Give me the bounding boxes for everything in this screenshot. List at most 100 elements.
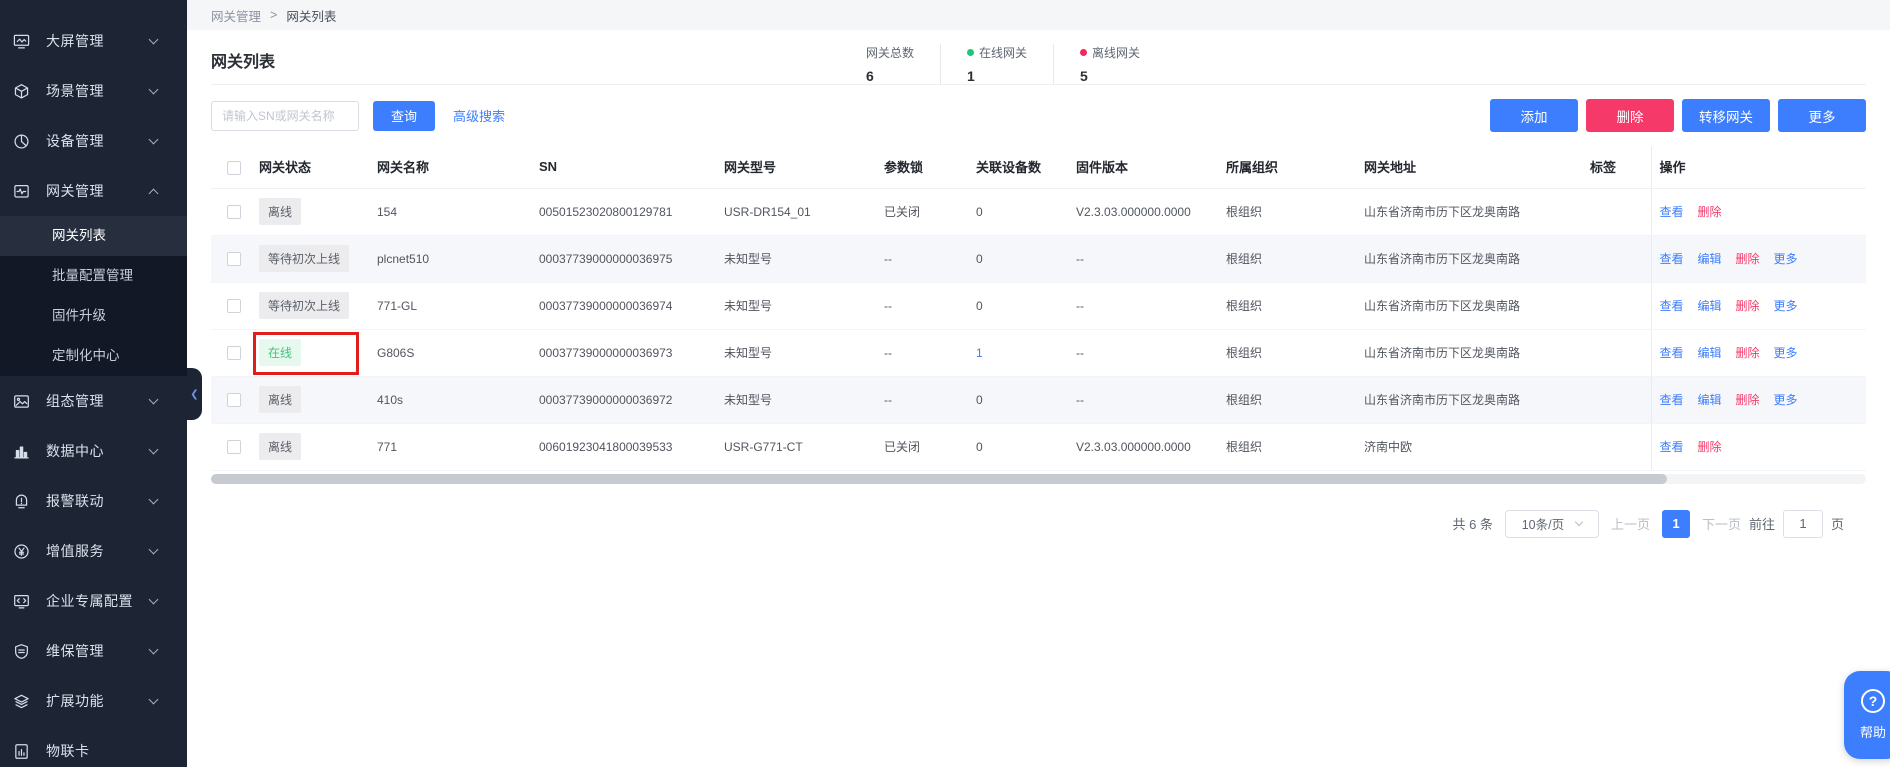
sidebar-item-scene[interactable]: 场景管理 xyxy=(0,66,187,116)
sidebar-item-label: 组态管理 xyxy=(46,393,104,409)
breadcrumb-item-gateway-mgmt[interactable]: 网关管理 xyxy=(211,6,261,25)
action-edit-link[interactable]: 编辑 xyxy=(1698,252,1722,266)
stat-value: 6 xyxy=(865,68,874,84)
prev-page-button[interactable]: 上一页 xyxy=(1611,514,1650,533)
chevron-down-icon xyxy=(148,544,159,554)
action-delete-link[interactable]: 删除 xyxy=(1698,440,1722,454)
chevron-down-icon xyxy=(148,644,159,654)
query-button[interactable]: 查询 xyxy=(373,100,435,131)
row-checkbox[interactable] xyxy=(227,392,241,407)
next-page-button[interactable]: 下一页 xyxy=(1702,514,1741,533)
transfer-gateway-button[interactable]: 转移网关 xyxy=(1682,99,1770,132)
sidebar-subitem-gateway-list[interactable]: 网关列表 xyxy=(0,216,187,256)
action-more-link[interactable]: 更多 xyxy=(1774,346,1798,360)
sidebar-item-value-added[interactable]: 增值服务 xyxy=(0,526,187,576)
cell-param-lock: -- xyxy=(876,329,968,377)
breadcrumb-separator-icon: > xyxy=(270,8,278,22)
breadcrumb: 网关管理 > 网关列表 xyxy=(187,0,1890,30)
sidebar-item-hmi-config[interactable]: 组态管理 xyxy=(0,376,187,426)
cube-icon xyxy=(12,82,30,100)
goto-page-input[interactable] xyxy=(1782,509,1823,538)
chevron-down-icon xyxy=(148,444,159,454)
action-delete-link[interactable]: 删除 xyxy=(1736,299,1760,313)
action-edit-link[interactable]: 编辑 xyxy=(1698,346,1722,360)
sidebar-item-alarm-linkage[interactable]: 报警联动 xyxy=(0,476,187,526)
row-checkbox[interactable] xyxy=(227,204,241,219)
action-more-link[interactable]: 更多 xyxy=(1774,393,1798,407)
linked-devices-link[interactable]: 1 xyxy=(976,346,983,360)
action-more-link[interactable]: 更多 xyxy=(1774,299,1798,313)
total-count: 共 6 条 xyxy=(1452,517,1493,532)
action-more-link[interactable]: 更多 xyxy=(1774,252,1798,266)
cell-linked-devices: 1 xyxy=(968,329,1068,377)
sidebar-item-maintenance[interactable]: 维保管理 xyxy=(0,626,187,676)
action-delete-link[interactable]: 删除 xyxy=(1736,393,1760,407)
search-input[interactable] xyxy=(211,100,359,131)
cell-param-lock: 已关闭 xyxy=(876,188,968,236)
sidebar-subitem-batch-config[interactable]: 批量配置管理 xyxy=(0,256,187,296)
linked-devices-count: 0 xyxy=(976,439,983,454)
cell-sn: 00037739000000036972 xyxy=(531,376,716,424)
action-edit-link[interactable]: 编辑 xyxy=(1698,299,1722,313)
action-view-link[interactable]: 查看 xyxy=(1660,299,1684,313)
sidebar-subitem-firmware-upgrade[interactable]: 固件升级 xyxy=(0,296,187,336)
cell-firmware: -- xyxy=(1068,329,1218,377)
column-header: 网关型号 xyxy=(716,146,876,189)
sidebar-item-iot-card[interactable]: 物联卡 xyxy=(0,726,187,767)
current-page-button[interactable]: 1 xyxy=(1661,509,1690,538)
goto-prefix: 前往 xyxy=(1748,517,1775,532)
sidebar-item-enterprise-config[interactable]: 企业专属配置 xyxy=(0,576,187,626)
action-view-link[interactable]: 查看 xyxy=(1660,252,1684,266)
cell-sn: 00501523020800129781 xyxy=(531,188,716,236)
column-header: 关联设备数 xyxy=(968,146,1068,189)
sidebar-item-data-center[interactable]: 数据中心 xyxy=(0,426,187,476)
action-view-link[interactable]: 查看 xyxy=(1660,205,1684,219)
cell-tag xyxy=(1582,235,1651,283)
sidebar-item-gateway[interactable]: 网关管理 xyxy=(0,166,187,216)
action-edit-link[interactable]: 编辑 xyxy=(1698,393,1722,407)
help-button[interactable]: ? 帮助 xyxy=(1844,671,1890,759)
pie-icon xyxy=(12,132,30,150)
cell-actions: 查看 删除 xyxy=(1650,188,1866,236)
action-view-link[interactable]: 查看 xyxy=(1660,346,1684,360)
sidebar-item-label: 网关管理 xyxy=(46,183,104,199)
add-button[interactable]: 添加 xyxy=(1490,99,1578,132)
row-checkbox[interactable] xyxy=(227,251,241,266)
action-delete-link[interactable]: 删除 xyxy=(1736,346,1760,360)
sidebar-item-label: 物联卡 xyxy=(46,743,90,759)
cell-model: 未知型号 xyxy=(716,329,876,377)
row-checkbox[interactable] xyxy=(227,298,241,313)
sidebar-item-device[interactable]: 设备管理 xyxy=(0,116,187,166)
scrollbar-thumb[interactable] xyxy=(211,473,1668,484)
sidebar-subitem-customization-center[interactable]: 定制化中心 xyxy=(0,336,187,376)
more-button[interactable]: 更多 xyxy=(1778,99,1866,132)
cell-tag xyxy=(1582,376,1651,424)
cell-linked-devices: 0 xyxy=(968,282,1068,330)
row-checkbox[interactable] xyxy=(227,439,241,454)
select-all-checkbox[interactable] xyxy=(227,160,241,175)
sidebar-item-label: 扩展功能 xyxy=(46,693,104,709)
delete-button[interactable]: 删除 xyxy=(1586,99,1674,132)
action-view-link[interactable]: 查看 xyxy=(1660,393,1684,407)
row-checkbox[interactable] xyxy=(227,345,241,360)
status-badge: 离线 xyxy=(259,198,302,225)
cell-model: 未知型号 xyxy=(716,235,876,283)
image-icon xyxy=(12,392,30,410)
chevron-down-icon xyxy=(148,694,159,704)
action-view-link[interactable]: 查看 xyxy=(1660,440,1684,454)
sidebar-item-big-screen[interactable]: 大屏管理 xyxy=(0,16,187,66)
main-panel: ❮ 网关管理 > 网关列表 网关列表 网关总数6在线网关1离线网关5 查询 高级… xyxy=(187,0,1890,767)
sidebar-collapse-handle[interactable]: ❮ xyxy=(187,368,202,420)
cell-sn: 00037739000000036975 xyxy=(531,235,716,283)
sidebar-item-extensions[interactable]: 扩展功能 xyxy=(0,676,187,726)
action-delete-link[interactable]: 删除 xyxy=(1736,252,1760,266)
page-size-select[interactable]: 10条/页 xyxy=(1504,509,1599,538)
action-delete-link[interactable]: 删除 xyxy=(1698,205,1722,219)
table-row: 等待初次上线 771-GL 00037739000000036974 未知型号 -- 0-… xyxy=(211,282,1866,330)
cell-tag xyxy=(1582,282,1651,330)
cell-gateway-name: plcnet510 xyxy=(369,235,531,283)
advanced-search-link[interactable]: 高级搜索 xyxy=(453,106,505,125)
cell-model: 未知型号 xyxy=(716,376,876,424)
table-row: 离线 410s 00037739000000036972 未知型号 -- 0 -- 根组织 山东… xyxy=(211,376,1866,424)
question-mark-icon: ? xyxy=(1861,689,1885,713)
